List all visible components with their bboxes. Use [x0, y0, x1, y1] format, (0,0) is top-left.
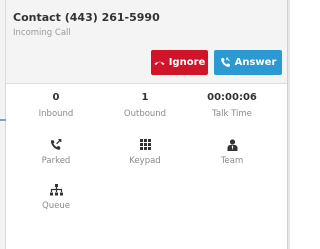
ignore-button[interactable]: Ignore — [151, 50, 208, 75]
keypad-icon — [139, 139, 151, 150]
answer-button-label: Answer — [234, 57, 277, 68]
parked-phone-icon — [50, 139, 62, 150]
ignore-button-label: Ignore — [168, 57, 206, 68]
tool-keypad[interactable]: Keypad — [100, 139, 190, 167]
call-status: Incoming Call — [13, 28, 71, 38]
stat-inbound: 0 Inbound — [11, 92, 101, 120]
window-right-border — [287, 0, 290, 249]
queue-icon — [49, 184, 63, 196]
outbound-label: Outbound — [123, 109, 167, 119]
talk-time-value: 00:00:06 — [207, 92, 257, 103]
keypad-label: Keypad — [129, 156, 161, 166]
hangup-icon — [154, 61, 165, 65]
softphone-window: Contact (443) 261-5990 Incoming Call Ign… — [0, 0, 290, 249]
stat-outbound: 1 Outbound — [100, 92, 190, 120]
tool-queue[interactable]: Queue — [11, 184, 101, 212]
team-icon — [227, 139, 237, 151]
inbound-count: 0 — [52, 92, 60, 103]
phone-answer-icon — [220, 57, 230, 67]
parked-label: Parked — [41, 156, 71, 166]
queue-label: Queue — [42, 201, 70, 211]
talk-time-label: Talk Time — [212, 109, 252, 119]
stat-talk-time: 00:00:06 Talk Time — [187, 92, 277, 120]
tool-parked[interactable]: Parked — [11, 139, 101, 167]
caller-title: Contact (443) 261-5990 — [13, 11, 160, 24]
incoming-call-header: Contact (443) 261-5990 Incoming Call Ign… — [6, 0, 287, 84]
call-panel: Contact (443) 261-5990 Incoming Call Ign… — [6, 0, 287, 249]
outbound-count: 1 — [141, 92, 149, 103]
team-label: Team — [220, 156, 244, 166]
answer-button[interactable]: Answer — [214, 50, 282, 75]
tool-team[interactable]: Team — [187, 139, 277, 167]
inbound-label: Inbound — [38, 109, 74, 119]
